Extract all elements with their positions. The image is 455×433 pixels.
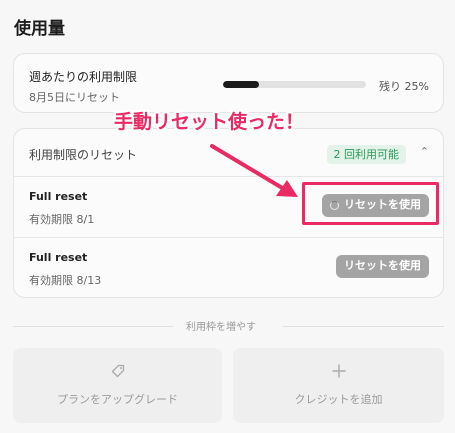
usage-progress-bar: [223, 81, 366, 88]
divider-line: [13, 326, 173, 327]
annotation-text: 手動リセット使った！: [114, 111, 305, 133]
divider-line: [282, 326, 444, 327]
weekly-reset-date: 8月5日にリセット: [29, 91, 120, 104]
annotation-highlight-box: [302, 182, 439, 225]
reset-name: Full reset: [29, 251, 88, 264]
use-reset-button[interactable]: リセットを使用: [336, 255, 429, 278]
add-credit-label: クレジットを追加: [294, 393, 383, 406]
weekly-limit-title: 週あたりの利用制限: [29, 70, 138, 84]
reset-row: Full reset 有効期限 8/13 リセットを使用: [14, 239, 443, 299]
usage-progress-fill: [223, 81, 259, 88]
reset-name: Full reset: [29, 190, 88, 203]
reset-section-header[interactable]: 利用制限のリセット 2 回利用可能 ⌃: [14, 129, 443, 177]
upgrade-plan-label: プランをアップグレード: [57, 393, 178, 406]
reset-section-label: 利用制限のリセット: [29, 148, 138, 162]
add-credit-button[interactable]: クレジットを追加: [233, 348, 444, 423]
available-count-badge: 2 回利用可能: [326, 145, 406, 164]
reset-expiry: 有効期限 8/1: [29, 213, 95, 226]
weekly-limit-card: 週あたりの利用制限 8月5日にリセット 残り 25%: [13, 53, 444, 113]
plus-icon: [233, 364, 444, 382]
increase-quota-divider-text: 利用枠を増やす: [186, 322, 256, 333]
chevron-up-icon[interactable]: ⌃: [420, 145, 429, 158]
tag-icon: [13, 364, 222, 382]
page-title: 使用量: [14, 19, 65, 39]
reset-expiry: 有効期限 8/13: [29, 274, 102, 287]
upgrade-plan-button[interactable]: プランをアップグレード: [13, 348, 222, 423]
remaining-percentage: 残り 25%: [379, 80, 429, 93]
use-reset-button-label: リセットを使用: [344, 260, 421, 272]
